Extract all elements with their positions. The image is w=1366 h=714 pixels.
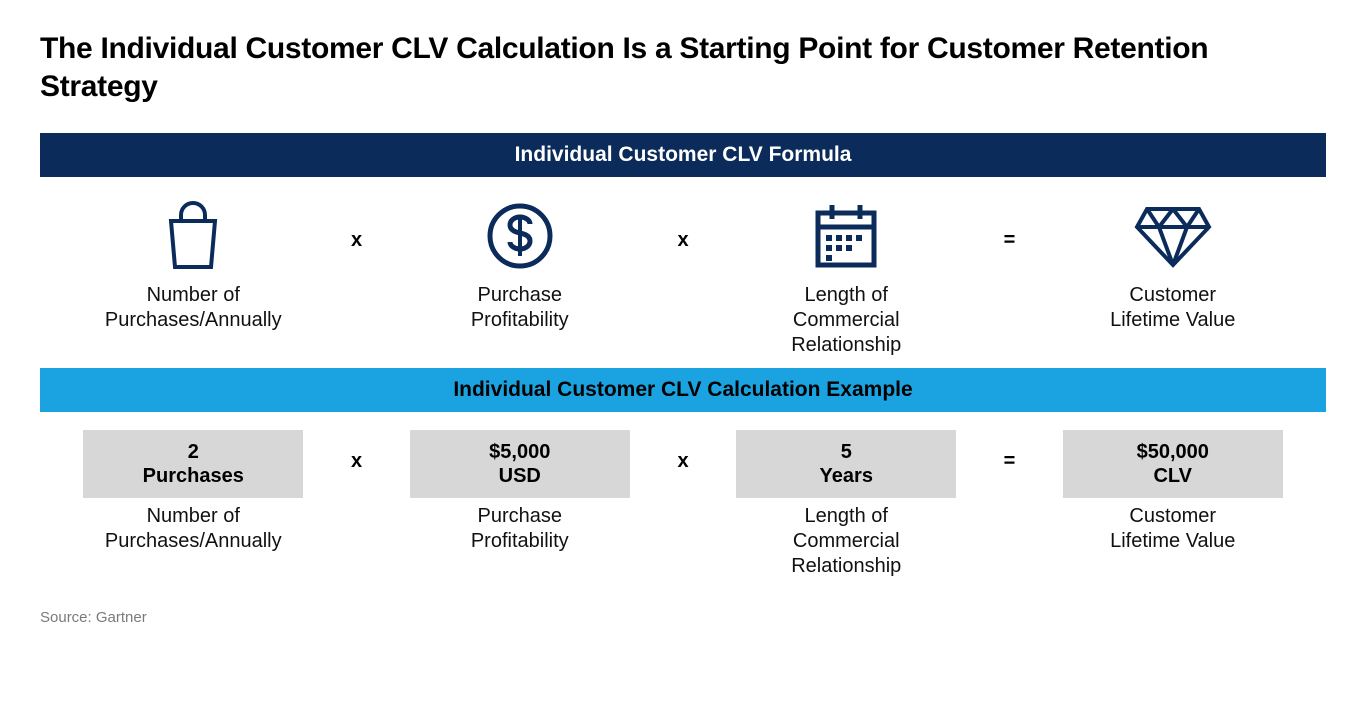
- formula-row: Number ofPurchases/Annually x PurchasePr…: [40, 177, 1326, 368]
- operator: x: [337, 430, 377, 473]
- formula-label: PurchaseProfitability: [471, 283, 569, 333]
- formula-item-clv: CustomerLifetime Value: [1030, 195, 1317, 333]
- value-line: USD: [499, 464, 541, 488]
- value-line: 5: [841, 440, 852, 464]
- example-row: 2 Purchases Number ofPurchases/Annually …: [40, 412, 1326, 589]
- operator: x: [337, 195, 377, 252]
- example-label: PurchaseProfitability: [471, 504, 569, 554]
- value-line: Years: [820, 464, 873, 488]
- value-box: $5,000 USD: [410, 430, 630, 498]
- value-line: $5,000: [489, 440, 550, 464]
- calendar-icon: [812, 195, 880, 277]
- diamond-icon: [1133, 195, 1213, 277]
- example-label: Length ofCommercialRelationship: [791, 504, 901, 579]
- formula-item-profitability: PurchaseProfitability: [377, 195, 664, 333]
- formula-label: Number ofPurchases/Annually: [105, 283, 282, 333]
- example-item-relationship: 5 Years Length ofCommercialRelationship: [703, 430, 990, 579]
- example-label: Number ofPurchases/Annually: [105, 504, 282, 554]
- value-line: 2: [188, 440, 199, 464]
- formula-label: Length ofCommercialRelationship: [791, 283, 901, 358]
- page-title: The Individual Customer CLV Calculation …: [40, 30, 1326, 105]
- value-line: Purchases: [143, 464, 244, 488]
- example-label: CustomerLifetime Value: [1110, 504, 1235, 554]
- value-line: CLV: [1153, 464, 1192, 488]
- formula-item-relationship: Length ofCommercialRelationship: [703, 195, 990, 358]
- value-line: $50,000: [1137, 440, 1209, 464]
- example-item-profitability: $5,000 USD PurchaseProfitability: [377, 430, 664, 554]
- formula-item-purchases: Number ofPurchases/Annually: [50, 195, 337, 333]
- source-text: Source: Gartner: [40, 609, 1326, 626]
- value-box: 5 Years: [736, 430, 956, 498]
- dollar-icon: [484, 195, 556, 277]
- operator: x: [663, 195, 703, 252]
- operator: =: [990, 430, 1030, 473]
- operator: =: [990, 195, 1030, 252]
- shopping-bag-icon: [163, 195, 223, 277]
- example-item-purchases: 2 Purchases Number ofPurchases/Annually: [50, 430, 337, 554]
- example-item-clv: $50,000 CLV CustomerLifetime Value: [1030, 430, 1317, 554]
- formula-banner: Individual Customer CLV Formula: [40, 133, 1326, 177]
- formula-label: CustomerLifetime Value: [1110, 283, 1235, 333]
- value-box: 2 Purchases: [83, 430, 303, 498]
- operator: x: [663, 430, 703, 473]
- value-box: $50,000 CLV: [1063, 430, 1283, 498]
- example-banner: Individual Customer CLV Calculation Exam…: [40, 368, 1326, 412]
